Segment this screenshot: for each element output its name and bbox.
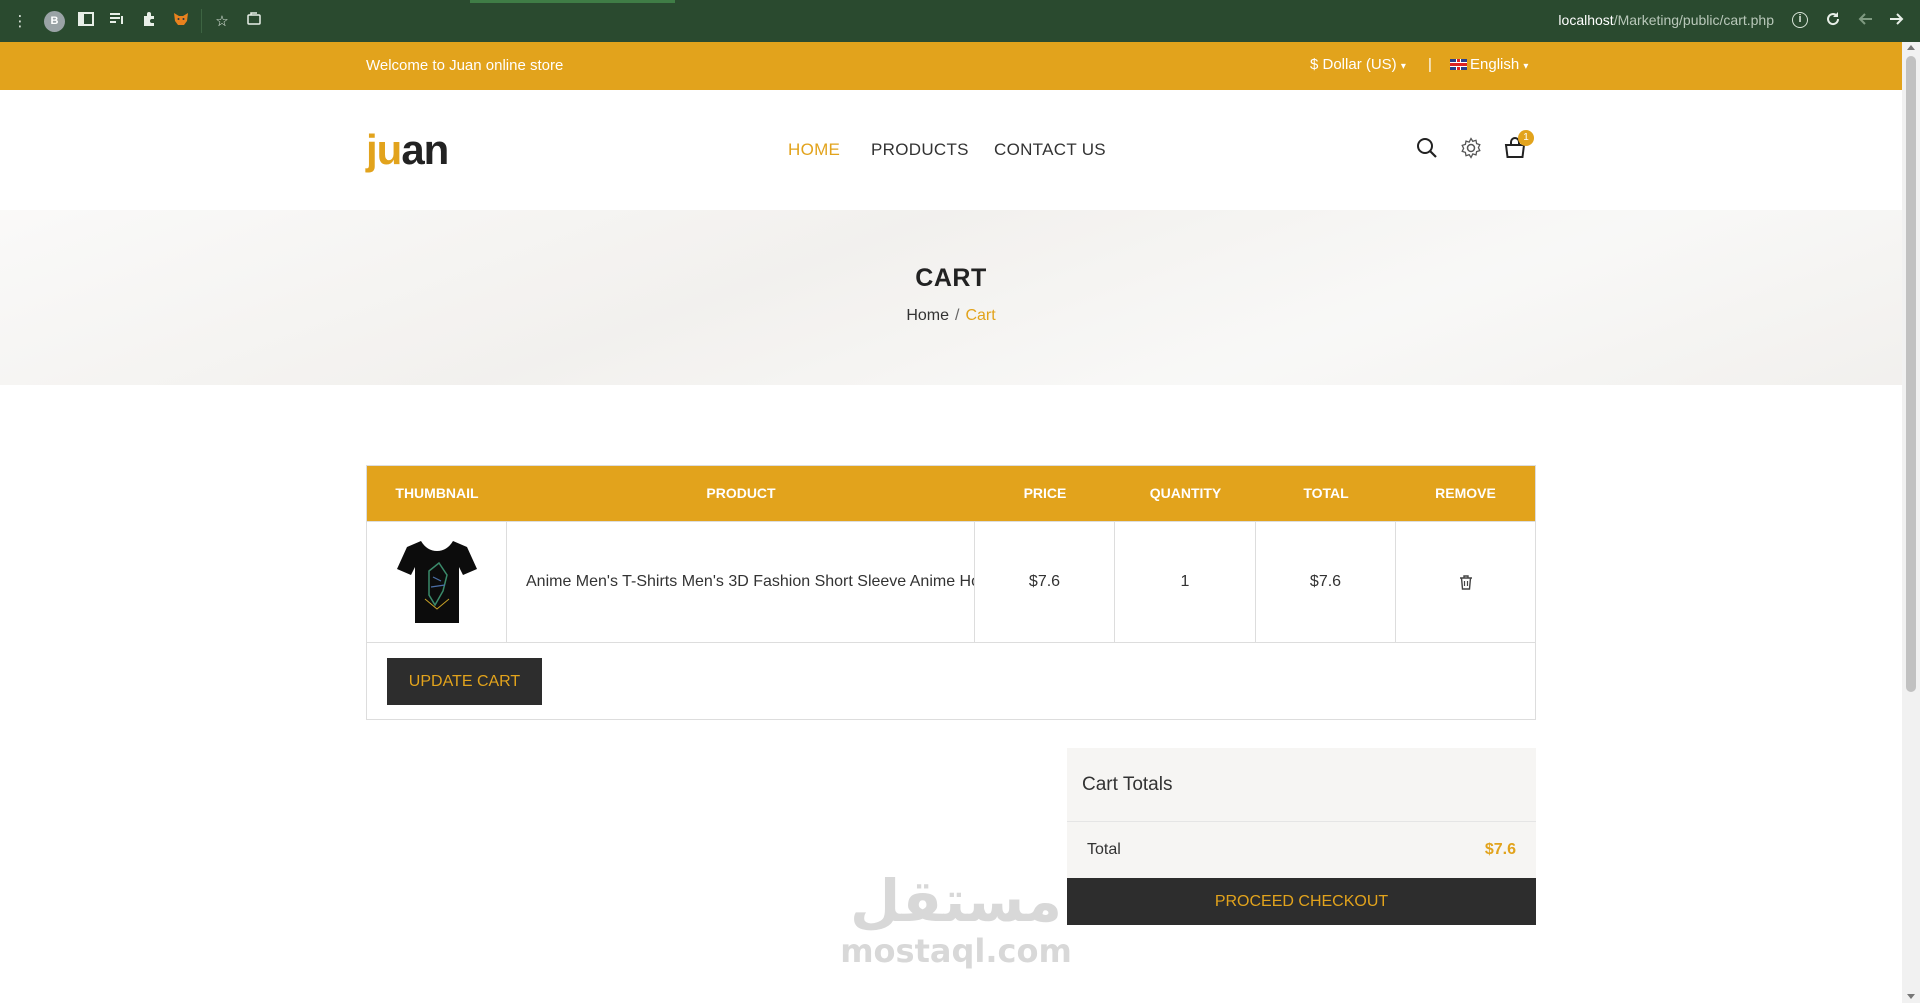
cart-count-badge: 1	[1518, 130, 1534, 146]
language-selector[interactable]: English ▾	[1450, 56, 1528, 73]
chevron-down-icon: ▾	[1523, 61, 1529, 72]
toolbar-divider	[201, 9, 202, 33]
product-price: $7.6	[975, 522, 1115, 642]
breadcrumb-separator: /	[955, 307, 960, 324]
currency-label: $ Dollar (US)	[1310, 56, 1397, 73]
breadcrumb: Home / Cart	[0, 307, 1902, 325]
page-scrollbar[interactable]	[1902, 42, 1920, 1003]
gear-icon[interactable]	[1459, 136, 1483, 160]
tab-search-icon[interactable]	[244, 11, 264, 31]
product-total: $7.6	[1256, 522, 1396, 642]
breadcrumb-home-link[interactable]: Home	[906, 307, 949, 324]
remove-item-button[interactable]	[1396, 522, 1535, 642]
breadcrumb-banner: CART Home / Cart	[0, 210, 1902, 385]
logo-part2: an	[401, 126, 449, 173]
extensions-icon[interactable]	[139, 11, 159, 31]
product-thumbnail[interactable]	[367, 522, 507, 642]
scroll-thumb[interactable]	[1906, 56, 1916, 692]
cart-table: THUMBNAIL PRODUCT PRICE QUANTITY TOTAL R…	[366, 465, 1536, 720]
cart-total-row: Total $7.6	[1067, 822, 1536, 878]
header-thumbnail: THUMBNAIL	[395, 485, 479, 501]
proceed-checkout-button[interactable]: PROCEED CHECKOUT	[1067, 878, 1536, 925]
language-label: English	[1470, 56, 1520, 73]
welcome-text: Welcome to Juan online store	[366, 57, 564, 74]
scroll-down-arrow-icon[interactable]	[1907, 994, 1915, 999]
menu-dots-icon[interactable]: ⋮	[10, 11, 30, 31]
cart-totals-panel: Cart Totals Total $7.6 PROCEED CHECKOUT	[1067, 748, 1536, 925]
site-header: juan HOME PRODUCTS CONTACT US 1	[0, 90, 1902, 210]
total-amount: $7.6	[1484, 841, 1516, 858]
update-cart-button[interactable]: UPDATE CART	[387, 658, 542, 705]
total-label: Total	[1087, 841, 1121, 858]
url-host: localhost	[1558, 12, 1614, 28]
header-price: PRICE	[1023, 485, 1067, 501]
reload-icon[interactable]	[1823, 11, 1843, 31]
breadcrumb-current: Cart	[965, 307, 996, 324]
forward-arrow-icon[interactable]	[1887, 11, 1907, 31]
cart-totals-title: Cart Totals	[1067, 748, 1536, 822]
top-announcement-bar: Welcome to Juan online store $ Dollar (U…	[0, 42, 1902, 90]
url-path: /Marketing/public/cart.php	[1613, 12, 1774, 28]
search-icon[interactable]	[1415, 136, 1439, 160]
product-name[interactable]: Anime Men's T-Shirts Men's 3D Fashion Sh…	[507, 522, 975, 642]
watermark-arabic: مستقل	[849, 867, 1063, 935]
reading-list-icon[interactable]	[107, 11, 127, 31]
product-quantity[interactable]: 1	[1115, 522, 1256, 642]
topbar-divider: |	[1428, 56, 1432, 73]
site-logo[interactable]: juan	[366, 126, 449, 174]
header-product: PRODUCT	[706, 485, 776, 501]
site-info-icon[interactable]: i	[1792, 12, 1808, 28]
back-arrow-icon[interactable]	[1855, 11, 1875, 31]
watermark-latin: mostaql.com	[840, 932, 1072, 970]
uk-flag-icon	[1450, 59, 1467, 70]
active-tab-indicator	[470, 0, 675, 3]
profile-avatar[interactable]: B	[44, 11, 65, 32]
address-bar[interactable]: localhost/Marketing/public/cart.php	[1558, 12, 1774, 28]
nav-contact-us[interactable]: CONTACT US	[994, 140, 1106, 160]
trash-icon	[1459, 574, 1472, 590]
metamask-fox-icon[interactable]	[171, 11, 191, 31]
currency-selector[interactable]: $ Dollar (US) ▾	[1310, 56, 1406, 73]
mostaql-watermark: مستقل mostaql.com	[836, 868, 1076, 968]
table-row: Anime Men's T-Shirts Men's 3D Fashion Sh…	[367, 521, 1535, 642]
browser-toolbar: ⋮ B ☆ localhost/Marketing/public/cart.ph…	[0, 0, 1920, 42]
header-quantity: QUANTITY	[1149, 485, 1222, 501]
header-remove: REMOVE	[1435, 485, 1496, 501]
cart-table-header: THUMBNAIL PRODUCT PRICE QUANTITY TOTAL R…	[367, 466, 1535, 521]
nav-products[interactable]: PRODUCTS	[871, 140, 969, 160]
sidebar-icon[interactable]	[76, 11, 96, 31]
cart-table-footer: UPDATE CART	[367, 642, 1535, 719]
scroll-up-arrow-icon[interactable]	[1907, 45, 1915, 50]
nav-home[interactable]: HOME	[788, 140, 840, 160]
page-title: CART	[915, 264, 987, 292]
header-total: TOTAL	[1303, 485, 1349, 501]
chevron-down-icon: ▾	[1400, 61, 1406, 72]
tshirt-icon	[396, 541, 477, 623]
logo-part1: ju	[366, 126, 402, 173]
bookmark-star-icon[interactable]: ☆	[212, 11, 232, 31]
